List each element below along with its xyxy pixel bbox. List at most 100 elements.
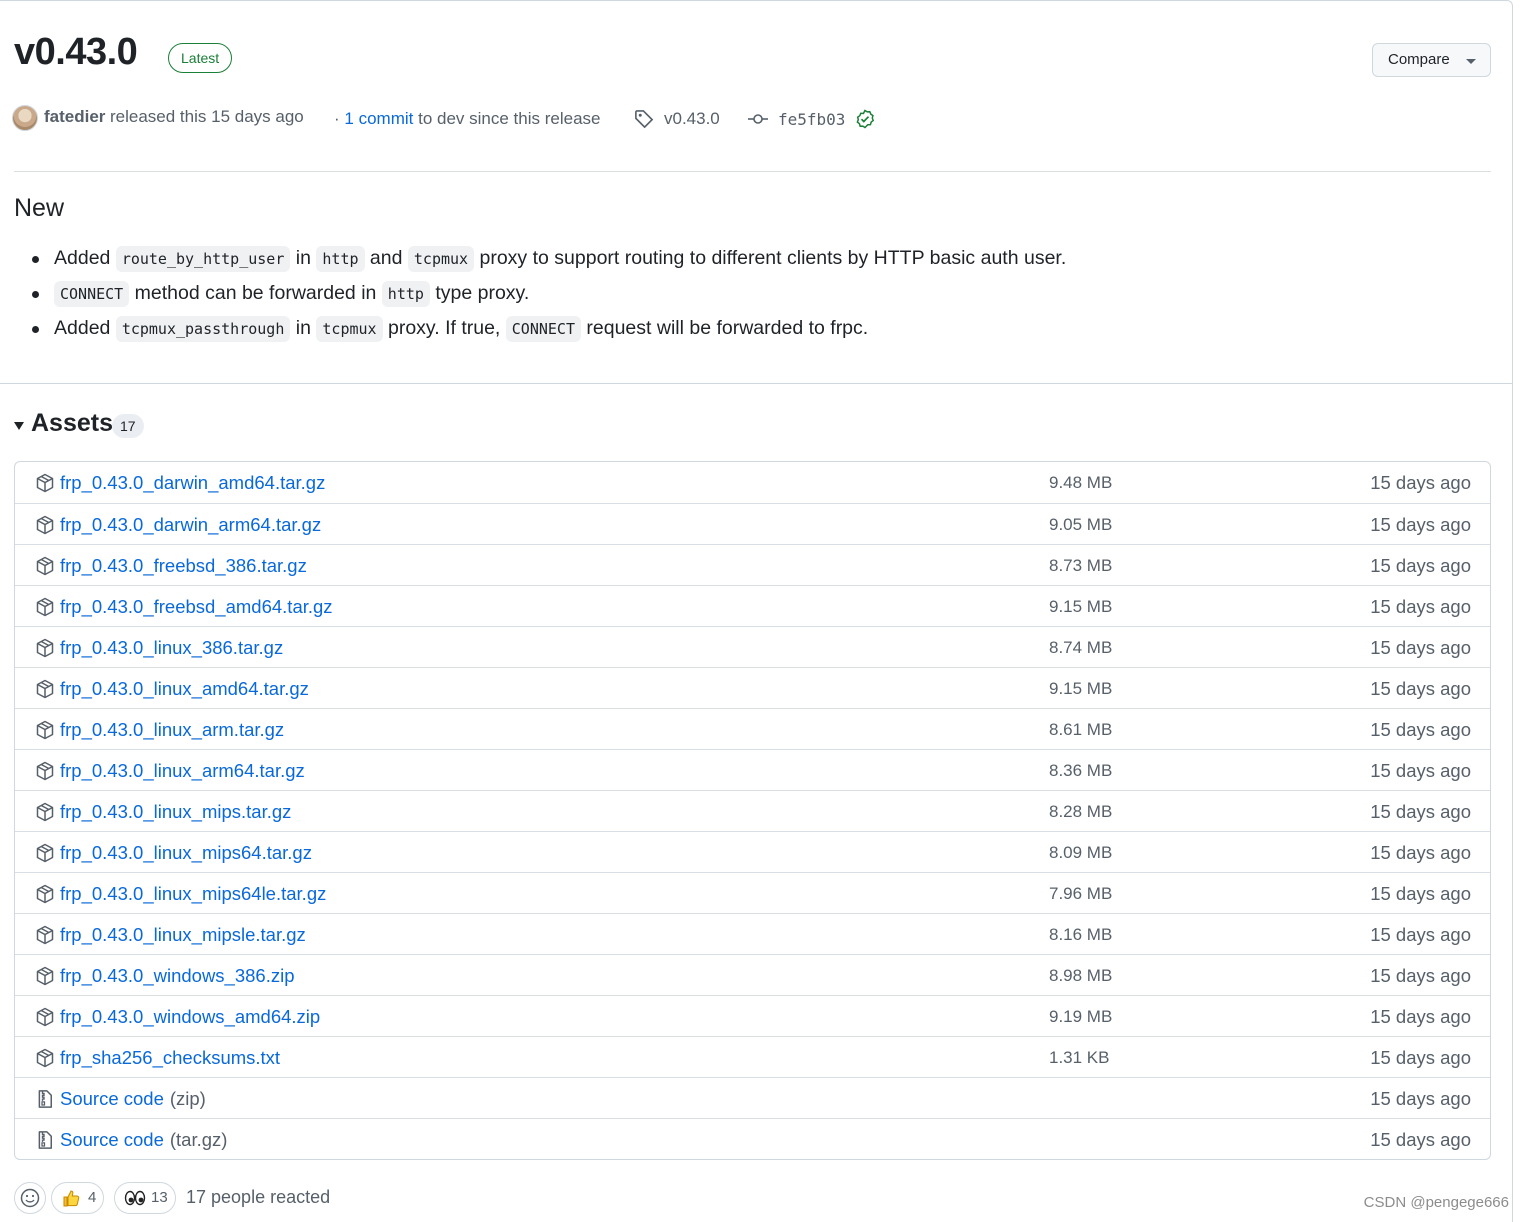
asset-row: frp_0.43.0_linux_386.tar.gz 8.74 MB 15 day…	[15, 626, 1490, 667]
asset-name: frp_0.43.0_linux_386.tar.gz	[60, 637, 284, 658]
package-icon	[35, 720, 55, 745]
asset-date: 15 days ago	[1370, 760, 1471, 781]
asset-size: 8.74 MB	[1049, 638, 1113, 657]
asset-name: frp_0.43.0_windows_386.zip	[60, 965, 295, 986]
eyes-icon	[124, 1190, 146, 1206]
add-reaction-button[interactable]	[14, 1182, 46, 1214]
commits-since-release: · 1 commit to dev since this release	[334, 109, 601, 129]
inline-code: http	[316, 246, 365, 272]
list-item: Added tcpmux_passthrough in tcpmux proxy…	[32, 311, 1066, 346]
asset-row: frp_0.43.0_darwin_amd64.tar.gz 9.48 MB 15 …	[15, 462, 1490, 503]
watermark: CSDN @pengege666	[1363, 1194, 1509, 1211]
thumbs-up-reaction[interactable]: 4	[51, 1182, 104, 1214]
asset-download-link[interactable]: frp_0.43.0_windows_386.zip	[60, 965, 295, 987]
asset-size: 8.28 MB	[1049, 802, 1113, 821]
asset-download-link[interactable]: frp_0.43.0_linux_386.tar.gz	[60, 637, 283, 659]
asset-row: frp_0.43.0_linux_mips.tar.gz 8.28 MB 15 da…	[15, 790, 1490, 831]
asset-date: 15 days ago	[1370, 1006, 1471, 1027]
package-icon	[35, 843, 55, 868]
asset-download-link[interactable]: frp_0.43.0_linux_mipsle.tar.gz	[60, 924, 306, 946]
asset-download-link[interactable]: frp_0.43.0_darwin_amd64.tar.gz	[60, 472, 325, 494]
inline-code: CONNECT	[54, 281, 130, 307]
asset-name: frp_0.43.0_linux_arm.tar.gz	[60, 719, 285, 740]
asset-download-link[interactable]: frp_0.43.0_freebsd_amd64.tar.gz	[60, 596, 333, 618]
package-icon	[35, 925, 55, 950]
smiley-icon	[20, 1188, 40, 1208]
eyes-reaction[interactable]: 13	[114, 1182, 176, 1214]
asset-download-link[interactable]: frp_sha256_checksums.txt	[60, 1047, 280, 1069]
thumbs-up-count: 4	[88, 1189, 97, 1206]
asset-size: 8.16 MB	[1049, 925, 1113, 944]
asset-download-link[interactable]: frp_0.43.0_windows_amd64.zip	[60, 1006, 320, 1028]
asset-date: 15 days ago	[1370, 678, 1471, 699]
note-text: type proxy.	[429, 282, 530, 304]
avatar[interactable]	[12, 105, 38, 131]
asset-size: 9.15 MB	[1049, 679, 1113, 698]
note-text: request will be forwarded to frpc.	[580, 317, 869, 339]
asset-date: 15 days ago	[1370, 801, 1471, 822]
file-zip-icon	[35, 1130, 55, 1155]
package-icon	[35, 597, 55, 622]
asset-date: 15 days ago	[1370, 965, 1471, 986]
list-item: Added route_by_http_user in http and tcp…	[32, 241, 1066, 276]
package-icon	[35, 966, 55, 991]
asset-name: frp_0.43.0_linux_mips.tar.gz	[60, 801, 292, 822]
note-text: in	[290, 317, 317, 339]
reactions-summary: 17 people reacted	[186, 1187, 331, 1207]
asset-download-link[interactable]: frp_0.43.0_linux_mips64.tar.gz	[60, 842, 312, 864]
asset-name: frp_0.43.0_linux_mips64.tar.gz	[60, 842, 312, 863]
asset-date: 15 days ago	[1370, 596, 1471, 617]
asset-download-link[interactable]: frp_0.43.0_linux_mips64le.tar.gz	[60, 883, 326, 905]
asset-size: 9.19 MB	[1049, 1007, 1113, 1026]
asset-name: frp_0.43.0_linux_mips64le.tar.gz	[60, 883, 327, 904]
asset-extension: (tar.gz)	[169, 1129, 228, 1150]
note-text: proxy to support routing to different cl…	[474, 247, 1067, 269]
asset-size: 9.05 MB	[1049, 515, 1113, 534]
tag-link[interactable]: v0.43.0	[664, 109, 720, 129]
asset-date: 15 days ago	[1370, 1088, 1471, 1109]
asset-download-link[interactable]: frp_0.43.0_linux_arm64.tar.gz	[60, 760, 305, 782]
asset-row: frp_0.43.0_windows_386.zip 8.98 MB 15 days…	[15, 954, 1490, 995]
asset-row: frp_0.43.0_linux_mips64.tar.gz 8.09 MB 15 …	[15, 831, 1490, 872]
notes-heading: New	[14, 194, 65, 222]
asset-size: 1.31 KB	[1049, 1048, 1110, 1067]
verified-check-icon[interactable]	[855, 109, 875, 129]
asset-row: frp_0.43.0_windows_amd64.zip 9.19 MB 15 da…	[15, 995, 1490, 1036]
asset-download-link[interactable]: frp_0.43.0_linux_amd64.tar.gz	[60, 678, 309, 700]
asset-size: 8.36 MB	[1049, 761, 1113, 780]
asset-date: 15 days ago	[1370, 842, 1471, 863]
asset-row: Source code (zip) 15 days ago	[15, 1077, 1490, 1118]
note-text: in	[290, 247, 317, 269]
package-icon	[35, 473, 55, 498]
asset-size: 8.09 MB	[1049, 843, 1113, 862]
inline-code: http	[381, 281, 430, 307]
released-text: released this 15 days ago	[110, 107, 304, 126]
file-zip-icon	[35, 1089, 55, 1114]
release-title[interactable]: v0.43.0	[14, 31, 138, 74]
package-icon	[35, 1048, 55, 1073]
asset-name: frp_0.43.0_freebsd_amd64.tar.gz	[60, 596, 333, 617]
asset-download-link[interactable]: frp_0.43.0_freebsd_386.tar.gz	[60, 555, 307, 577]
asset-download-link[interactable]: Source code (tar.gz)	[60, 1129, 227, 1151]
note-text: Added	[54, 247, 116, 269]
asset-date: 15 days ago	[1370, 637, 1471, 658]
asset-date: 15 days ago	[1370, 1047, 1471, 1068]
asset-download-link[interactable]: frp_0.43.0_linux_mips.tar.gz	[60, 801, 291, 823]
asset-download-link[interactable]: Source code (zip)	[60, 1088, 206, 1110]
asset-download-link[interactable]: frp_0.43.0_linux_arm.tar.gz	[60, 719, 284, 741]
commit-suffix: to dev since this release	[418, 109, 601, 128]
author-link[interactable]: fatedier	[44, 107, 105, 127]
eyes-count: 13	[151, 1189, 168, 1206]
commit-sha-link[interactable]: fe5fb03	[778, 110, 845, 129]
commit-count-link[interactable]: 1 commit	[344, 109, 413, 128]
section-divider	[0, 383, 1513, 384]
thumbs-up-icon	[63, 1190, 80, 1207]
package-icon	[35, 515, 55, 540]
asset-row: frp_0.43.0_linux_arm.tar.gz 8.61 MB 15 day…	[15, 708, 1490, 749]
asset-size: 8.73 MB	[1049, 556, 1113, 575]
asset-download-link[interactable]: frp_0.43.0_darwin_arm64.tar.gz	[60, 514, 321, 536]
compare-button[interactable]: Compare	[1372, 43, 1491, 77]
commit-separator: ·	[334, 109, 340, 128]
package-icon	[35, 1007, 55, 1032]
asset-date: 15 days ago	[1370, 719, 1471, 740]
